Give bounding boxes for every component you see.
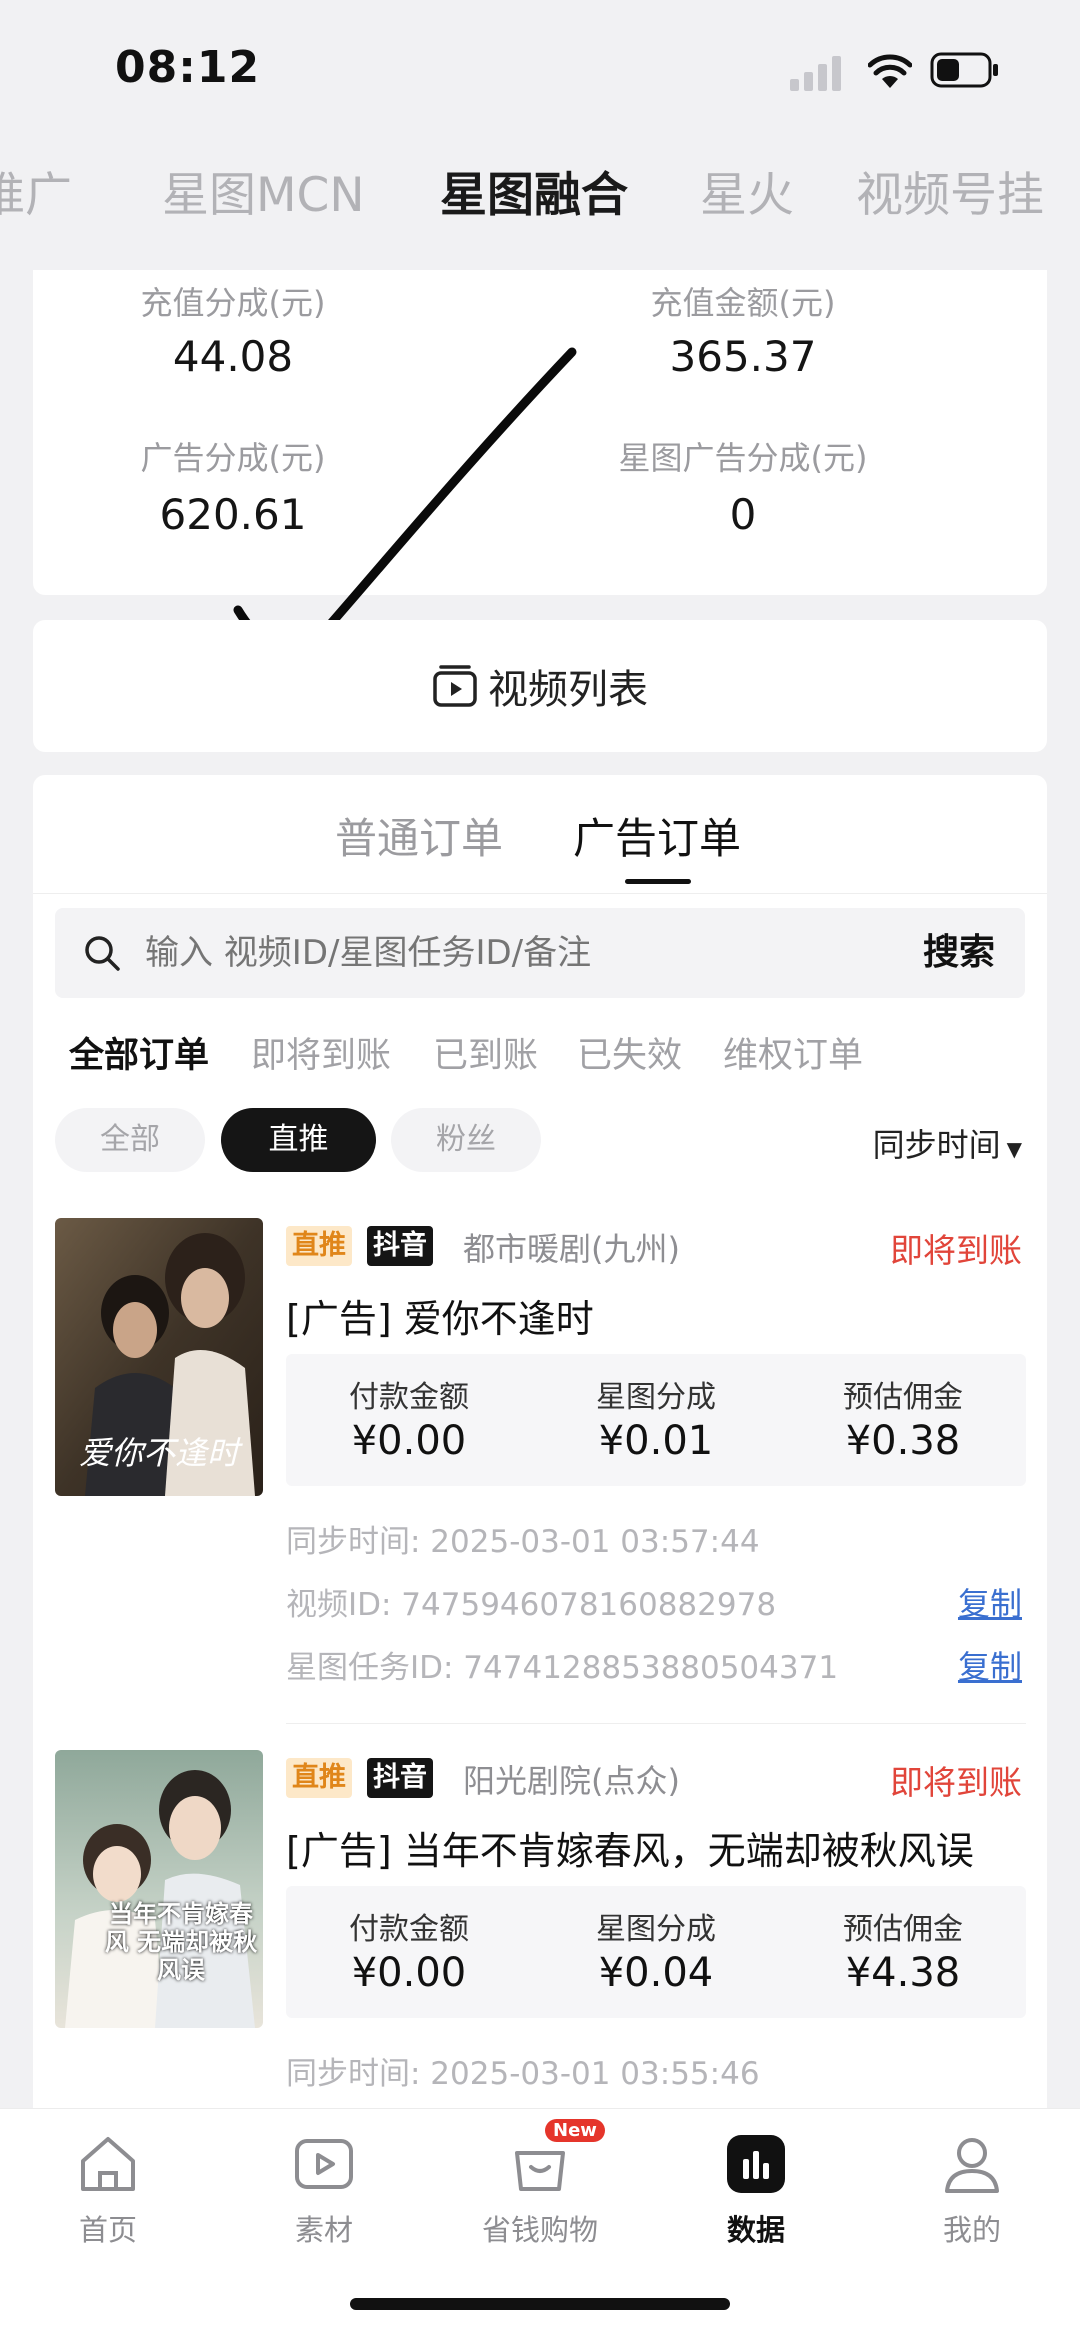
amount-value: ¥0.00: [351, 1418, 467, 1464]
amounts-box: 付款金额 ¥0.00 星图分成 ¥0.01 预估佣金 ¥0.38: [286, 1354, 1026, 1486]
stat-label: 充值金额(元): [650, 284, 836, 322]
nav-data[interactable]: 数据: [648, 2129, 864, 2249]
amount-value: ¥4.38: [845, 1950, 961, 1996]
nav-label: 数据: [726, 2213, 785, 2247]
stat-label: 星图广告分成(元): [618, 439, 868, 477]
new-badge: New: [545, 2119, 605, 2142]
nav-materials[interactable]: 素材: [216, 2129, 432, 2249]
tag-direct: 直推: [286, 1758, 352, 1798]
channel-name: 都市暖剧(九州): [463, 1230, 680, 1268]
tab-normal-orders[interactable]: 普通订单: [335, 805, 503, 866]
amount-label: 付款金额: [349, 1380, 469, 1415]
filter-expired[interactable]: 已失效: [577, 1027, 682, 1078]
status-time: 08:12: [115, 42, 261, 93]
sort-label: 同步时间: [872, 1126, 1001, 1164]
search-bar: 搜索: [55, 908, 1025, 998]
tab-ad-orders[interactable]: 广告订单: [573, 805, 741, 866]
battery-icon: [930, 52, 998, 88]
search-icon: [85, 936, 120, 971]
divider: [286, 1723, 1026, 1724]
search-input[interactable]: [145, 908, 845, 998]
amount-value: ¥0.01: [598, 1418, 714, 1464]
nav-label: 素材: [294, 2213, 353, 2247]
task-id: 星图任务ID: 7474128853880504371: [286, 1650, 839, 1686]
filter-dispute[interactable]: 维权订单: [723, 1027, 863, 1078]
tab-xingtu-fusion[interactable]: 星图融合: [440, 156, 628, 225]
poster-title: 爱你不逢时: [78, 1434, 239, 1472]
caret-down-icon: ▼: [1006, 1137, 1022, 1161]
chart-icon: [727, 2135, 785, 2193]
order-status: 即将到账: [890, 1231, 1022, 1270]
sync-time: 同步时间: 2025-03-01 03:55:46: [286, 2056, 760, 2092]
tab-video-account[interactable]: 视频号挂: [856, 156, 1044, 225]
amount-label: 预估佣金: [843, 1380, 963, 1415]
poster-thumbnail: 当年不肯嫁春风 无端却被秋风误: [55, 1750, 263, 2028]
nav-shopping[interactable]: New 省钱购物: [432, 2119, 648, 2249]
amount-label: 付款金额: [349, 1912, 469, 1947]
signal-icon: [790, 55, 848, 91]
amounts-box: 付款金额 ¥0.00 星图分成 ¥0.04 预估佣金 ¥4.38: [286, 1886, 1026, 2018]
amount-value: ¥0.04: [598, 1950, 714, 1996]
sync-time: 同步时间: 2025-03-01 03:57:44: [286, 1524, 760, 1560]
video-list-icon: [433, 665, 477, 707]
search-button[interactable]: 搜索: [923, 908, 995, 998]
nav-label: 省钱购物: [481, 2213, 598, 2247]
amount-value: ¥0.38: [845, 1418, 961, 1464]
active-tab-indicator: [625, 879, 691, 884]
channel-name: 阳光剧院(点众): [463, 1762, 680, 1800]
tab-xinghuo[interactable]: 星火: [700, 156, 794, 225]
nav-home[interactable]: 首页: [0, 2129, 216, 2249]
tag-direct: 直推: [286, 1226, 352, 1266]
nav-label: 首页: [78, 2213, 137, 2247]
amount-label: 预估佣金: [843, 1912, 963, 1947]
tag-douyin: 抖音: [367, 1226, 433, 1266]
pill-direct[interactable]: 直推: [221, 1108, 376, 1172]
category-tabs: 推广 星图MCN 星图融合 星火 视频号挂: [0, 148, 1080, 238]
filter-all-orders[interactable]: 全部订单: [69, 1027, 209, 1078]
order-title: [广告] 爱你不逢时: [286, 1297, 594, 1341]
order-title: [广告] 当年不肯嫁春风，无端却被秋风误: [286, 1829, 974, 1873]
tab-xingtu-mcn[interactable]: 星图MCN: [162, 156, 365, 225]
nav-profile[interactable]: 我的: [864, 2129, 1080, 2249]
amount-label: 星图分成: [596, 1912, 716, 1947]
status-bar: 08:12: [0, 0, 1080, 140]
orders-panel: 普通订单 广告订单 搜索 全部订单 即将到账 已到账 已失效 维权订单 全部 直…: [33, 775, 1047, 2175]
play-icon: [295, 2139, 353, 2189]
profile-icon: [945, 2138, 999, 2193]
poster-title: 当年不肯嫁春风 无端却被秋风误: [104, 1899, 258, 1984]
stat-value: 0: [729, 490, 757, 539]
poster-thumbnail: 爱你不逢时: [55, 1218, 263, 1496]
video-list-button[interactable]: 视频列表: [33, 620, 1047, 752]
shopping-bag-wrapper: New: [505, 2119, 605, 2199]
order-status: 即将到账: [890, 1763, 1022, 1802]
sort-dropdown[interactable]: 同步时间 ▼: [873, 1120, 1022, 1166]
filter-received[interactable]: 已到账: [433, 1027, 538, 1078]
tag-douyin: 抖音: [367, 1758, 433, 1798]
amount-value: ¥0.00: [351, 1950, 467, 1996]
home-indicator: [350, 2298, 730, 2310]
amount-label: 星图分成: [596, 1380, 716, 1415]
video-id: 视频ID: 7475946078160882978: [286, 1587, 777, 1623]
wifi-icon: [868, 54, 912, 88]
home-icon: [81, 2137, 135, 2191]
nav-label: 我的: [942, 2213, 1001, 2247]
tab-promotion[interactable]: 推广: [0, 156, 72, 225]
video-list-label: 视频列表: [488, 667, 648, 713]
stat-label: 充值分成(元): [140, 284, 326, 322]
stat-value: 365.37: [669, 332, 817, 381]
order-item[interactable]: 当年不肯嫁春风 无端却被秋风误 直推 抖音 阳光剧院(点众) 即将到账 [广告]…: [33, 1750, 1047, 2170]
copy-video-id-button[interactable]: 复制: [958, 1579, 1022, 1625]
filter-pending[interactable]: 即将到账: [251, 1027, 391, 1078]
divider: [33, 893, 1047, 894]
pill-fans[interactable]: 粉丝: [391, 1108, 541, 1172]
copy-task-id-button[interactable]: 复制: [958, 1642, 1022, 1688]
order-item[interactable]: 爱你不逢时 直推 抖音 都市暖剧(九州) 即将到账 [广告] 爱你不逢时 付款金…: [33, 1218, 1047, 1724]
pill-all[interactable]: 全部: [55, 1108, 205, 1172]
